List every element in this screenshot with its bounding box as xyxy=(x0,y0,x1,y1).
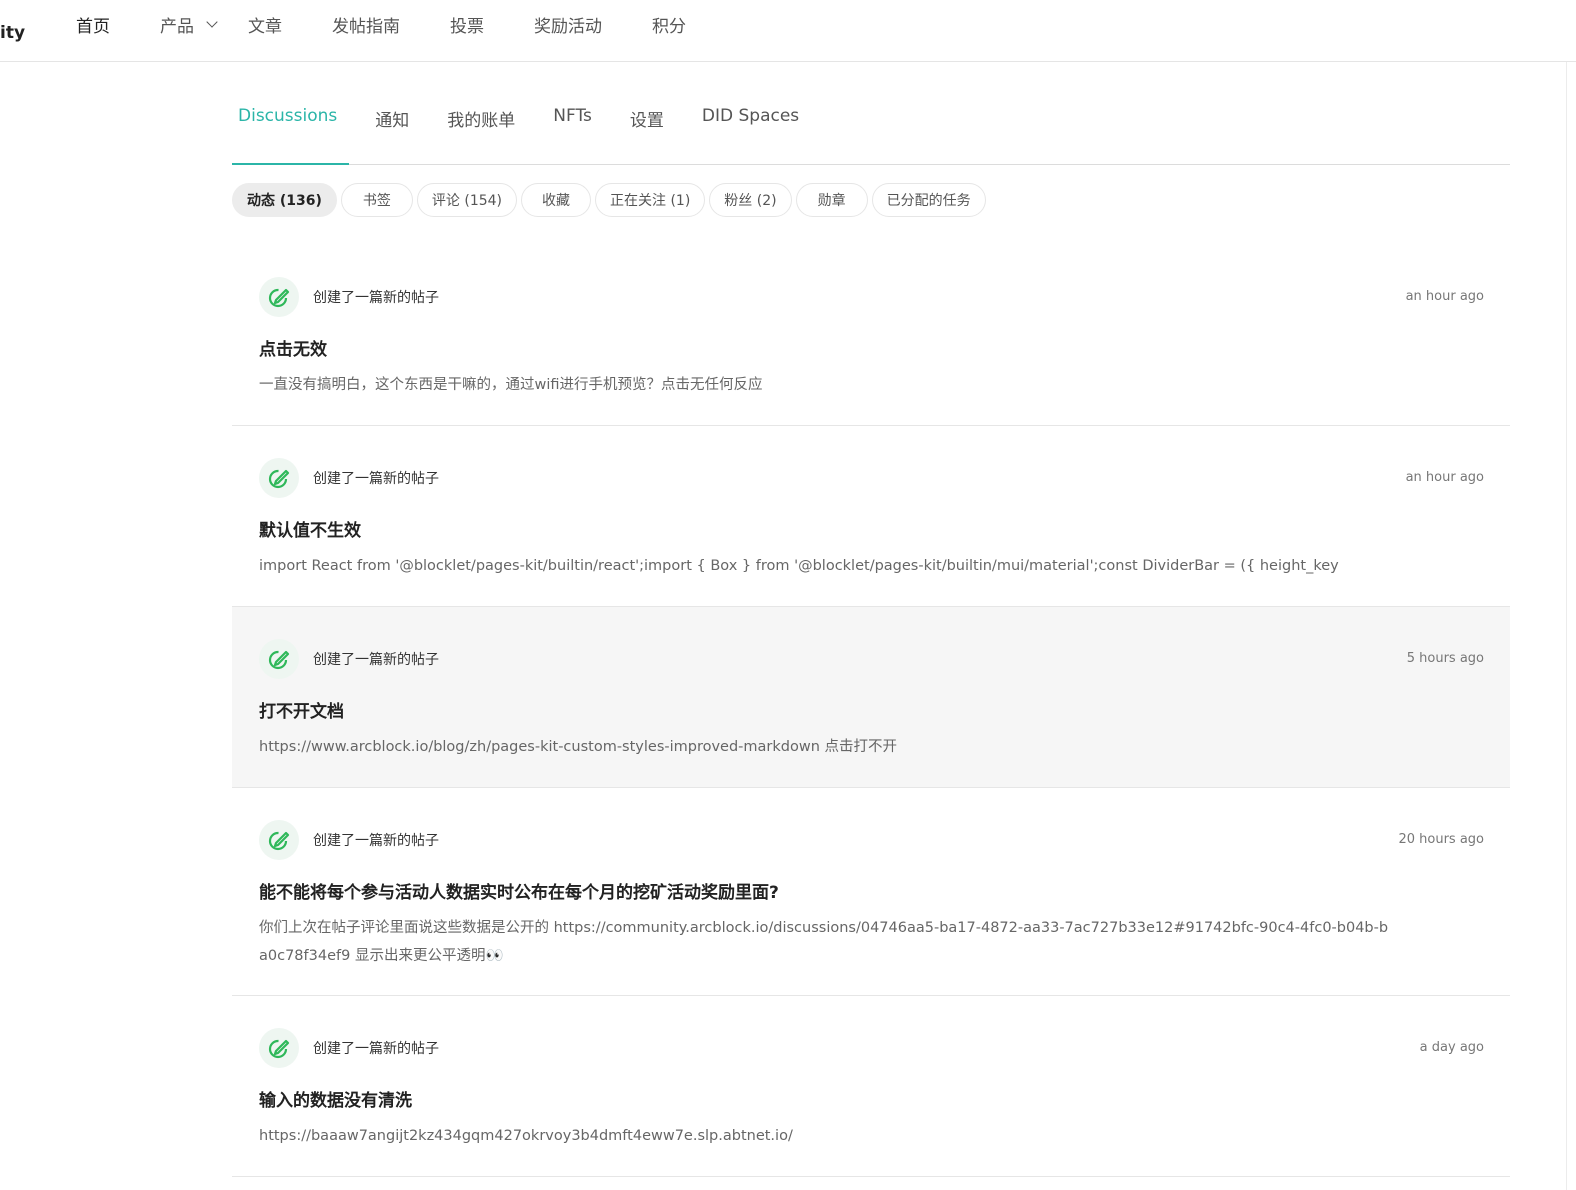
top-header: ity 首页 产品 文章 发帖指南 投票 奖励活动 积分 xyxy=(0,0,1576,62)
filter-chips: 动态 (136) 书签 评论 (154) 收藏 正在关注 (1) 粉丝 (2) … xyxy=(232,183,990,217)
page-scrollbar[interactable] xyxy=(1566,62,1576,1190)
feed-item[interactable]: 创建了一篇新的帖子 a day ago 输入的数据没有清洗 https://ba… xyxy=(232,996,1510,1177)
activity-action-text: 创建了一篇新的帖子 xyxy=(313,471,439,487)
feed-item[interactable]: 创建了一篇新的帖子 an hour ago 默认值不生效 import Reac… xyxy=(232,426,1510,607)
post-title[interactable]: 能不能将每个参与活动人数据实时公布在每个月的挖矿活动奖励里面? xyxy=(259,882,1484,904)
nav-item-rewards[interactable]: 奖励活动 xyxy=(534,12,602,37)
activity-action-text: 创建了一篇新的帖子 xyxy=(313,652,439,668)
post-excerpt: 一直没有搞明白，这个东西是干嘛的，通过wifi进行手机预览？点击无任何反应 xyxy=(259,377,763,394)
tab-settings[interactable]: 设置 xyxy=(624,100,670,164)
post-excerpt: https://www.arcblock.io/blog/zh/pages-ki… xyxy=(259,739,898,756)
post-excerpt: 你们上次在帖子评论里面说这些数据是公开的 https://community.a… xyxy=(259,920,1389,965)
activity-action-text: 创建了一篇新的帖子 xyxy=(313,833,439,849)
activity-timestamp: an hour ago xyxy=(1405,470,1484,485)
post-title[interactable]: 输入的数据没有清洗 xyxy=(259,1090,1484,1112)
edit-link-icon xyxy=(259,639,299,679)
activity-action-text: 创建了一篇新的帖子 xyxy=(313,1041,439,1057)
post-title[interactable]: 默认值不生效 xyxy=(259,520,1484,542)
chip-activity[interactable]: 动态 (136) xyxy=(232,183,337,217)
profile-tabs: Discussions 通知 我的账单 NFTs 设置 DID Spaces xyxy=(232,100,1510,165)
activity-timestamp: 5 hours ago xyxy=(1406,651,1484,666)
nav-item-products-label: 产品 xyxy=(160,16,194,37)
edit-link-icon xyxy=(259,277,299,317)
nav-item-points[interactable]: 积分 xyxy=(652,12,686,37)
tab-my-bills[interactable]: 我的账单 xyxy=(441,100,521,164)
feed-item[interactable]: 创建了一篇新的帖子 an hour ago 点击无效 一直没有搞明白，这个东西是… xyxy=(232,245,1510,426)
edit-link-icon xyxy=(259,820,299,860)
chip-assigned-tasks[interactable]: 已分配的任务 xyxy=(871,183,986,217)
tab-notifications[interactable]: 通知 xyxy=(369,100,415,164)
post-excerpt: https://baaaw7angijt2kz434gqm427okrvoy3b… xyxy=(259,1128,793,1145)
brand-logo-text[interactable]: ity xyxy=(0,23,25,43)
nav-item-posting-guide[interactable]: 发帖指南 xyxy=(332,12,400,37)
main-nav: 首页 产品 文章 发帖指南 投票 奖励活动 积分 xyxy=(76,0,736,48)
chip-favorites[interactable]: 收藏 xyxy=(521,183,592,217)
tab-nfts[interactable]: NFTs xyxy=(547,100,598,164)
chip-following[interactable]: 正在关注 (1) xyxy=(595,183,706,217)
post-title[interactable]: 打不开文档 xyxy=(259,701,1484,723)
activity-timestamp: 20 hours ago xyxy=(1398,832,1484,847)
nav-item-vote[interactable]: 投票 xyxy=(450,12,484,37)
post-title[interactable]: 点击无效 xyxy=(259,339,1484,361)
chip-comments[interactable]: 评论 (154) xyxy=(416,183,518,217)
activity-action-text: 创建了一篇新的帖子 xyxy=(313,290,439,306)
chip-badges[interactable]: 勋章 xyxy=(795,183,868,217)
chip-bookmarks[interactable]: 书签 xyxy=(340,183,413,217)
activity-feed: 创建了一篇新的帖子 an hour ago 点击无效 一直没有搞明白，这个东西是… xyxy=(232,245,1510,1177)
chip-followers[interactable]: 粉丝 (2) xyxy=(709,183,792,217)
edit-link-icon xyxy=(259,458,299,498)
feed-item[interactable]: 创建了一篇新的帖子 20 hours ago 能不能将每个参与活动人数据实时公布… xyxy=(232,788,1510,996)
tab-did-spaces[interactable]: DID Spaces xyxy=(696,100,805,164)
edit-link-icon xyxy=(259,1028,299,1068)
tab-discussions[interactable]: Discussions xyxy=(232,100,350,165)
nav-item-articles[interactable]: 文章 xyxy=(248,12,282,37)
activity-timestamp: an hour ago xyxy=(1405,289,1484,304)
feed-item[interactable]: 创建了一篇新的帖子 5 hours ago 打不开文档 https://www.… xyxy=(232,607,1510,788)
post-excerpt: import React from '@blocklet/pages-kit/b… xyxy=(259,558,1339,575)
chevron-down-icon xyxy=(206,16,218,28)
activity-timestamp: a day ago xyxy=(1419,1040,1484,1055)
nav-item-products[interactable]: 产品 xyxy=(160,12,218,37)
nav-item-home[interactable]: 首页 xyxy=(76,12,110,37)
